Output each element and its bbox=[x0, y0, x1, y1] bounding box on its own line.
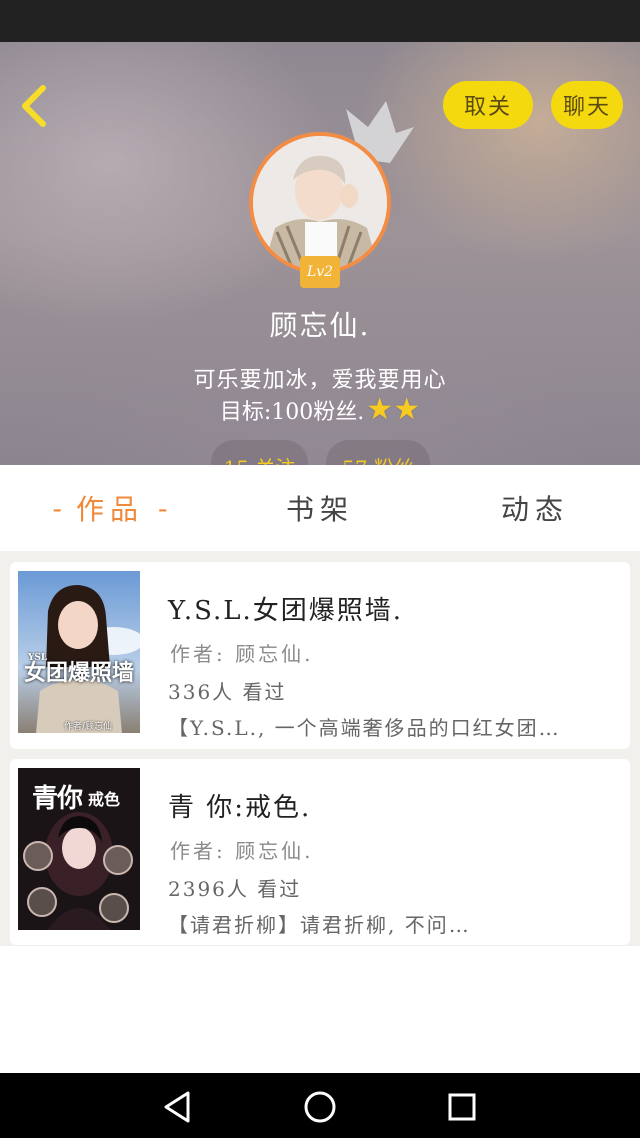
cover-author: 作者/顾忘仙 bbox=[64, 722, 113, 732]
username: 顾忘仙. bbox=[269, 309, 371, 342]
status-bar bbox=[0, 0, 640, 42]
fans-count[interactable]: 57 粉丝 bbox=[326, 440, 430, 465]
bio-text: 可乐要加冰，爱我要用心 bbox=[193, 368, 447, 393]
book-views: 336人 看过 bbox=[168, 680, 287, 704]
triangle-back-icon bbox=[164, 1091, 190, 1123]
system-nav-bar bbox=[0, 1073, 640, 1138]
tab-works-dash-right: - bbox=[158, 491, 168, 525]
tab-works-dash-left: - bbox=[52, 491, 62, 525]
book-title: 青 你:戒色. bbox=[168, 793, 312, 823]
unfollow-button[interactable]: 取关 bbox=[443, 81, 533, 129]
cover-subtitle: 戒色 bbox=[88, 790, 121, 809]
book-card[interactable]: 女团爆照墙 YSL 作者/顾忘仙 Y.S.L.女团爆照墙. 作者: 顾忘仙. 3… bbox=[10, 562, 630, 749]
book-card[interactable]: 青你 戒色 青 你:戒色. 作者: 顾忘仙. 2396人 看过 【请君折柳】请君… bbox=[10, 759, 630, 945]
book-views: 2396人 看过 bbox=[168, 877, 302, 901]
tab-works-label: 作品 bbox=[75, 493, 144, 526]
tab-feed[interactable]: 动态 bbox=[455, 465, 615, 551]
book-description: 【Y.S.L., 一个高端奢侈品的口红女团… bbox=[168, 716, 561, 740]
square-recent-icon bbox=[448, 1093, 476, 1121]
book-author: 作者: 顾忘仙. bbox=[170, 839, 314, 863]
profile-header: 取关 聊天 Lv2 顾忘仙. 可乐要加冰，爱我要用心 目标:100粉丝. ★★ … bbox=[0, 42, 640, 465]
tab-works[interactable]: - 作品 - bbox=[30, 465, 190, 551]
tab-bookshelf[interactable]: 书架 bbox=[240, 465, 400, 551]
tab-bar: - 作品 - 书架 动态 bbox=[0, 465, 640, 551]
nav-back-button[interactable] bbox=[158, 1087, 198, 1127]
book-author: 作者: 顾忘仙. bbox=[170, 642, 314, 666]
chat-button[interactable]: 聊天 bbox=[551, 81, 623, 129]
book-description: 【请君折柳】请君折柳, 不问… bbox=[168, 913, 471, 937]
nav-home-button[interactable] bbox=[300, 1087, 340, 1127]
book-cover: 青你 戒色 bbox=[18, 768, 140, 930]
nav-recent-button[interactable] bbox=[442, 1087, 482, 1127]
circle-home-icon bbox=[304, 1091, 336, 1123]
book-title: Y.S.L.女团爆照墙. bbox=[168, 596, 404, 626]
avatar[interactable] bbox=[249, 132, 391, 274]
cover-side-text: YSL bbox=[28, 653, 48, 663]
goal-line: 目标:100粉丝. ★★ bbox=[0, 394, 640, 426]
back-button[interactable] bbox=[16, 82, 56, 130]
level-badge: Lv2 bbox=[300, 256, 340, 288]
goal-text: 目标:100粉丝. bbox=[219, 400, 365, 425]
chevron-left-icon bbox=[22, 85, 46, 127]
book-cover: 女团爆照墙 YSL 作者/顾忘仙 bbox=[18, 571, 140, 733]
following-count[interactable]: 15 关注 bbox=[211, 440, 308, 465]
cover-title: 女团爆照墙 bbox=[24, 660, 135, 686]
star-icons: ★★ bbox=[366, 392, 421, 427]
cover-title: 青你 bbox=[32, 784, 83, 814]
avatar-photo bbox=[253, 136, 387, 270]
